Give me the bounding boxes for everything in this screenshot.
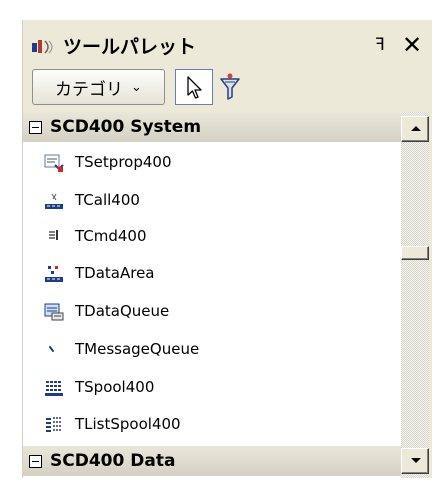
scroll-thumb[interactable]: [401, 246, 429, 260]
list-item[interactable]: TCmd400: [23, 219, 401, 255]
collapse-icon[interactable]: [29, 454, 42, 468]
category-header-system[interactable]: SCD400 System: [23, 112, 401, 142]
category-label: カテゴリ: [55, 79, 124, 100]
list-item-label: TCmd400: [75, 227, 147, 245]
cmd-icon: [49, 230, 58, 240]
list-item-label: TCall400: [75, 191, 140, 209]
pointer-tool-button[interactable]: [175, 69, 213, 105]
list-spool-icon: [46, 417, 62, 432]
collapse-icon[interactable]: [29, 120, 42, 134]
call-icon: [45, 193, 63, 209]
data-queue-icon: [44, 303, 64, 321]
pointer-arrow-icon: [187, 76, 202, 99]
arrow-down-icon: [411, 458, 421, 463]
list-item[interactable]: TMessageQueue: [23, 332, 401, 368]
list-item[interactable]: TDataArea: [23, 256, 401, 292]
scroll-down-button[interactable]: [401, 448, 429, 474]
list-item[interactable]: TCall400: [23, 183, 401, 219]
list-item[interactable]: TSetprop400: [23, 145, 401, 181]
scroll-up-button[interactable]: [401, 116, 429, 142]
pin-button[interactable]: ꟻ: [369, 34, 391, 56]
list-item-label: TDataArea: [75, 264, 155, 282]
tool-palette-panel: ツールパレット ꟻ ✕ カテゴリ ⌄ SCD400 System TSetpro…: [22, 20, 432, 478]
palette-title: ツールパレット: [63, 36, 197, 58]
component-list: SCD400 System TSetprop400 TCall400 TCmd4…: [23, 112, 401, 478]
palette-title-bar: ツールパレット ꟻ ✕: [23, 28, 433, 64]
category-header-data[interactable]: SCD400 Data: [23, 446, 401, 476]
category-header-label: SCD400 Data: [50, 451, 176, 471]
list-item-label: TListSpool400: [75, 415, 181, 433]
chevron-down-icon: ⌄: [131, 79, 142, 95]
list-item-label: TDataQueue: [75, 302, 170, 320]
list-item[interactable]: TSpool400: [23, 370, 401, 406]
list-item-label: TMessageQueue: [75, 340, 200, 358]
category-header-label: SCD400 System: [50, 117, 202, 137]
category-dropdown-button[interactable]: カテゴリ ⌄: [32, 69, 165, 105]
list-item[interactable]: TDataQueue: [23, 294, 401, 330]
data-area-icon: [45, 266, 63, 282]
arrow-up-icon: [411, 126, 421, 131]
setprop-icon: [44, 154, 64, 172]
list-item-label: TSpool400: [75, 378, 155, 396]
tool-palette-icon: [32, 40, 53, 54]
message-queue-icon: [49, 346, 54, 352]
list-item[interactable]: TListSpool400: [23, 407, 401, 443]
filter-funnel-icon[interactable]: [217, 72, 243, 102]
close-button[interactable]: ✕: [399, 32, 425, 58]
spool-icon: [45, 381, 63, 396]
vertical-scrollbar[interactable]: [401, 112, 429, 478]
list-item-label: TSetprop400: [75, 153, 172, 171]
